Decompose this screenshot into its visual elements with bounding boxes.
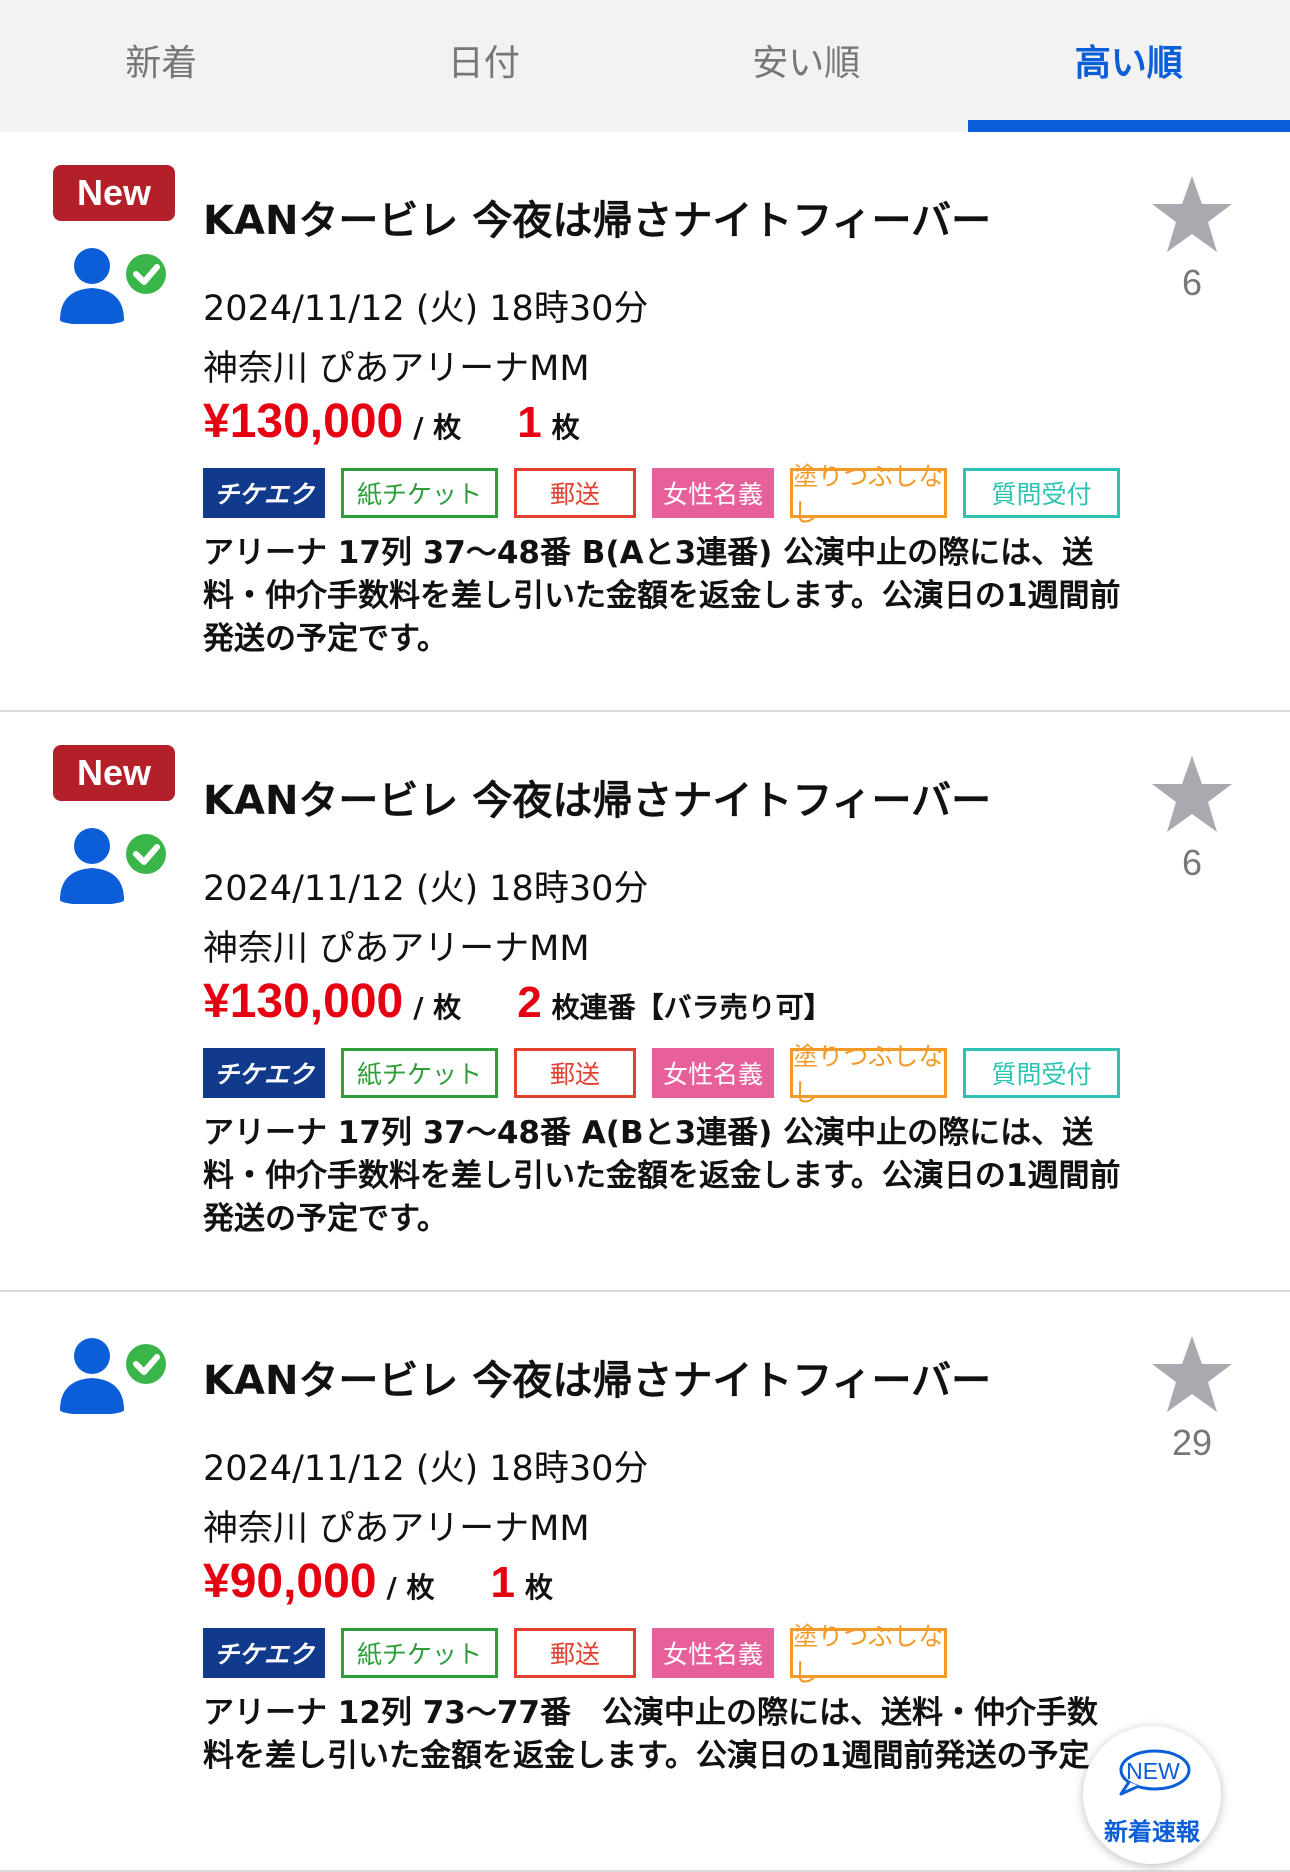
tag-mail: 郵送 bbox=[514, 1048, 636, 1098]
quantity-unit: 枚 bbox=[525, 1566, 553, 1606]
tag-chikeeku: チケエク bbox=[203, 468, 325, 518]
tag-female-name: 女性名義 bbox=[652, 468, 774, 518]
favorite-count: 6 bbox=[1150, 262, 1234, 304]
event-venue: 神奈川 ぴあアリーナMM bbox=[203, 1500, 590, 1551]
fab-new-badge: NEW bbox=[1113, 1758, 1193, 1785]
fab-label: 新着速報 bbox=[1083, 1812, 1221, 1847]
tag-list: チケエク 紙チケット 郵送 女性名義 塗りつぶしなし 質問受付 bbox=[203, 1048, 1120, 1098]
listing-card[interactable]: New KANタービレ 今夜は帰さナイトフィーバー 2024/11/12 (火)… bbox=[0, 712, 1290, 1292]
favorite-count: 29 bbox=[1150, 1422, 1234, 1464]
event-date: 2024/11/12 (火) 18時30分 bbox=[203, 280, 648, 331]
listing-description: アリーナ 17列 37〜48番 A(Bと3連番) 公演中止の際には、送料・仲介手… bbox=[203, 1112, 1123, 1241]
event-title[interactable]: KANタービレ 今夜は帰さナイトフィーバー bbox=[203, 768, 991, 826]
price: ¥130,000 bbox=[203, 974, 403, 1029]
event-title[interactable]: KANタービレ 今夜は帰さナイトフィーバー bbox=[203, 188, 991, 246]
new-badge: New bbox=[53, 745, 175, 801]
tag-paper-ticket: 紙チケット bbox=[341, 468, 498, 518]
listing-description: アリーナ 12列 73〜77番 公演中止の際には、送料・仲介手数料を差し引いた金… bbox=[203, 1692, 1123, 1778]
quantity-unit: 枚連番【バラ売り可】 bbox=[552, 986, 832, 1026]
tab-price-high[interactable]: 高い順 bbox=[968, 0, 1290, 132]
tag-mail: 郵送 bbox=[514, 468, 636, 518]
tag-female-name: 女性名義 bbox=[652, 1628, 774, 1678]
star-icon[interactable] bbox=[1150, 754, 1234, 834]
price-per-unit: / 枚 bbox=[413, 986, 461, 1026]
event-venue: 神奈川 ぴあアリーナMM bbox=[203, 340, 590, 391]
new-badge: New bbox=[53, 165, 175, 221]
tab-newest[interactable]: 新着 bbox=[0, 0, 323, 132]
ticket-quantity: 1 bbox=[491, 1558, 515, 1608]
verified-seller-icon bbox=[58, 1334, 170, 1414]
event-title[interactable]: KANタービレ 今夜は帰さナイトフィーバー bbox=[203, 1348, 991, 1406]
event-venue: 神奈川 ぴあアリーナMM bbox=[203, 920, 590, 971]
tag-paper-ticket: 紙チケット bbox=[341, 1628, 498, 1678]
price-row: ¥90,000 / 枚 1 枚 bbox=[203, 1554, 553, 1609]
tag-no-blackout: 塗りつぶしなし bbox=[790, 1048, 947, 1098]
sort-tabs: 新着 日付 安い順 高い順 bbox=[0, 0, 1290, 132]
tag-female-name: 女性名義 bbox=[652, 1048, 774, 1098]
tab-price-low[interactable]: 安い順 bbox=[645, 0, 968, 132]
price-per-unit: / 枚 bbox=[387, 1566, 435, 1606]
price: ¥90,000 bbox=[203, 1554, 377, 1609]
tag-questions-accepted: 質問受付 bbox=[963, 1048, 1120, 1098]
price-per-unit: / 枚 bbox=[413, 406, 461, 446]
star-icon[interactable] bbox=[1150, 174, 1234, 254]
quantity-unit: 枚 bbox=[552, 406, 580, 446]
ticket-quantity: 2 bbox=[517, 978, 541, 1028]
ticket-quantity: 1 bbox=[517, 398, 541, 448]
listing-card[interactable]: New KANタービレ 今夜は帰さナイトフィーバー 2024/11/12 (火)… bbox=[0, 132, 1290, 712]
tab-date[interactable]: 日付 bbox=[323, 0, 646, 132]
price-row: ¥130,000 / 枚 1 枚 bbox=[203, 394, 580, 449]
event-date: 2024/11/12 (火) 18時30分 bbox=[203, 860, 648, 911]
tag-no-blackout: 塗りつぶしなし bbox=[790, 1628, 947, 1678]
star-icon[interactable] bbox=[1150, 1334, 1234, 1414]
verified-seller-icon bbox=[58, 824, 170, 904]
favorite-count: 6 bbox=[1150, 842, 1234, 884]
tag-chikeeku: チケエク bbox=[203, 1628, 325, 1678]
price: ¥130,000 bbox=[203, 394, 403, 449]
tag-questions-accepted: 質問受付 bbox=[963, 468, 1120, 518]
verified-seller-icon bbox=[58, 244, 170, 324]
new-arrivals-button[interactable]: NEW 新着速報 bbox=[1083, 1726, 1221, 1864]
event-date: 2024/11/12 (火) 18時30分 bbox=[203, 1440, 648, 1491]
tag-paper-ticket: 紙チケット bbox=[341, 1048, 498, 1098]
tag-list: チケエク 紙チケット 郵送 女性名義 塗りつぶしなし 質問受付 bbox=[203, 468, 1120, 518]
listing-description: アリーナ 17列 37〜48番 B(Aと3連番) 公演中止の際には、送料・仲介手… bbox=[203, 532, 1123, 661]
tag-no-blackout: 塗りつぶしなし bbox=[790, 468, 947, 518]
price-row: ¥130,000 / 枚 2 枚連番【バラ売り可】 bbox=[203, 974, 832, 1029]
tag-list: チケエク 紙チケット 郵送 女性名義 塗りつぶしなし bbox=[203, 1628, 947, 1678]
tag-mail: 郵送 bbox=[514, 1628, 636, 1678]
tag-chikeeku: チケエク bbox=[203, 1048, 325, 1098]
